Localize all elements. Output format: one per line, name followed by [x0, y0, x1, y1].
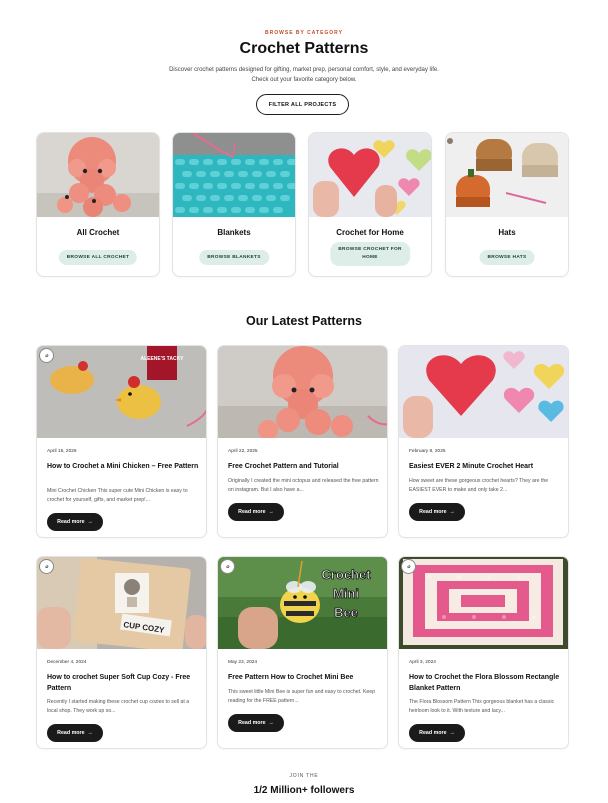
section-title-latest: Our Latest Patterns	[245, 314, 362, 328]
post-title[interactable]: How to Crochet a Mini Chicken – Free Pat…	[47, 462, 199, 473]
arrow-right-icon: →	[87, 519, 93, 525]
site-logo-badge: ✿	[220, 559, 235, 574]
post-excerpt: How sweet are these gorgeous crochet hea…	[409, 478, 549, 493]
post-excerpt: This sweet little Mini Bee is super fun …	[228, 689, 376, 704]
category-card-hats[interactable]: Hats BROWSE HATS	[445, 132, 569, 277]
post-date: April 15, 2026	[47, 449, 77, 454]
post-image-octopus	[218, 346, 387, 438]
category-card-crochet-for-home[interactable]: Crochet for Home BROWSE CROCHET FOR HOME	[308, 132, 432, 277]
site-logo-badge: ✿	[39, 348, 54, 363]
post-date: May 22, 2024	[228, 660, 258, 665]
post-excerpt: Recently I started making these crochet …	[47, 699, 190, 714]
followers-count: 1/2 Million+ followers	[253, 785, 355, 796]
join-label: JOIN THE	[289, 773, 319, 779]
arrow-right-icon: →	[268, 509, 274, 515]
category-eyebrow: BROWSE BY CATEGORY	[265, 30, 343, 36]
category-image-blanket	[173, 133, 295, 217]
site-logo-badge: ✿	[401, 559, 416, 574]
arrow-right-icon: →	[449, 509, 455, 515]
category-image-hats	[446, 133, 568, 217]
browse-blankets-button[interactable]: BROWSE BLANKETS	[199, 250, 269, 265]
button-line-2: HOME	[362, 255, 378, 260]
post-title[interactable]: How to Crochet the Flora Blossom Rectang…	[409, 673, 561, 694]
post-image-mini-bee: Crochet Mini Bee ✿	[218, 557, 387, 649]
intro-line-2: Check out your favorite category below.	[251, 77, 357, 83]
read-more-label: Read more	[419, 730, 447, 736]
browse-hats-button[interactable]: BROWSE HATS	[479, 250, 535, 265]
post-card[interactable]: ✿ April 3, 2024 How to Crochet the Flora…	[398, 556, 569, 749]
arrow-right-icon: →	[87, 730, 93, 736]
read-more-label: Read more	[238, 720, 266, 726]
category-image-hearts	[309, 133, 431, 217]
post-title[interactable]: Easiest EVER 2 Minute Crochet Heart	[409, 462, 561, 473]
post-card[interactable]: April 22, 2025 Free Crochet Pattern and …	[217, 345, 388, 538]
post-date: December 4, 2024	[47, 660, 87, 665]
category-name: Hats	[498, 228, 516, 237]
intro-text: Discover crochet patterns designed for g…	[104, 65, 504, 85]
button-line-1: BROWSE CROCHET FOR	[338, 247, 402, 252]
browse-crochet-for-home-button[interactable]: BROWSE CROCHET FOR HOME	[330, 242, 410, 266]
read-more-button[interactable]: Read more →	[47, 724, 103, 742]
post-date: February 8, 2025	[409, 449, 446, 454]
read-more-button[interactable]: Read more →	[47, 513, 103, 531]
post-title[interactable]: Free Crochet Pattern and Tutorial	[228, 462, 380, 473]
filter-all-projects-button[interactable]: FILTER ALL PROJECTS	[256, 94, 349, 115]
bee-title-line-1: Crochet	[321, 567, 371, 582]
read-more-button[interactable]: Read more →	[228, 714, 284, 732]
post-card[interactable]: CUP COZY ✿ December 4, 2024 How to croch…	[36, 556, 207, 749]
category-name: Blankets	[217, 228, 251, 237]
browse-all-crochet-button[interactable]: BROWSE ALL CROCHET	[58, 250, 138, 265]
category-image-octopus	[37, 133, 159, 217]
read-more-label: Read more	[238, 509, 266, 515]
arrow-right-icon: →	[268, 720, 274, 726]
post-image-mini-chicken: ALEENE'S TACKY ✿	[37, 346, 206, 438]
arrow-right-icon: →	[449, 730, 455, 736]
read-more-label: Read more	[57, 730, 85, 736]
post-title[interactable]: How to crochet Super Soft Cup Cozy - Fre…	[47, 673, 199, 694]
page-title: Crochet Patterns	[239, 40, 369, 57]
post-excerpt: The Flora Blossom Pattern This gorgeous …	[409, 699, 555, 714]
post-image-heart	[399, 346, 568, 438]
post-card[interactable]: Crochet Mini Bee ✿ May 22, 2024 Free Pat…	[217, 556, 388, 749]
bee-title-line-2: Mini	[333, 586, 359, 601]
read-more-button[interactable]: Read more →	[409, 503, 465, 521]
post-image-cup-cozy: CUP COZY ✿	[37, 557, 206, 649]
glue-label-text: ALEENE'S TACKY	[140, 356, 184, 362]
post-excerpt: Mini Crochet Chicken This super cute Min…	[47, 488, 188, 503]
post-excerpt: Originally I created the mini octopus an…	[228, 478, 379, 493]
read-more-label: Read more	[57, 519, 85, 525]
category-card-blankets[interactable]: Blankets BROWSE BLANKETS	[172, 132, 296, 277]
bee-title-line-3: Bee	[334, 605, 358, 620]
site-logo-badge: ✿	[39, 559, 54, 574]
category-card-all-crochet[interactable]: All Crochet BROWSE ALL CROCHET	[36, 132, 160, 277]
category-name: Crochet for Home	[336, 228, 404, 237]
intro-line-1: Discover crochet patterns designed for g…	[169, 67, 439, 73]
post-card[interactable]: ALEENE'S TACKY ✿ April 15, 2026 How to C…	[36, 345, 207, 538]
post-date: April 22, 2025	[228, 449, 258, 454]
category-name: All Crochet	[76, 228, 120, 237]
post-title[interactable]: Free Pattern How to Crochet Mini Bee	[228, 673, 380, 684]
post-date: April 3, 2024	[409, 660, 436, 665]
read-more-label: Read more	[419, 509, 447, 515]
post-image-flora-blanket: ✿	[399, 557, 568, 649]
post-card[interactable]: February 8, 2025 Easiest EVER 2 Minute C…	[398, 345, 569, 538]
read-more-button[interactable]: Read more →	[409, 724, 465, 742]
read-more-button[interactable]: Read more →	[228, 503, 284, 521]
